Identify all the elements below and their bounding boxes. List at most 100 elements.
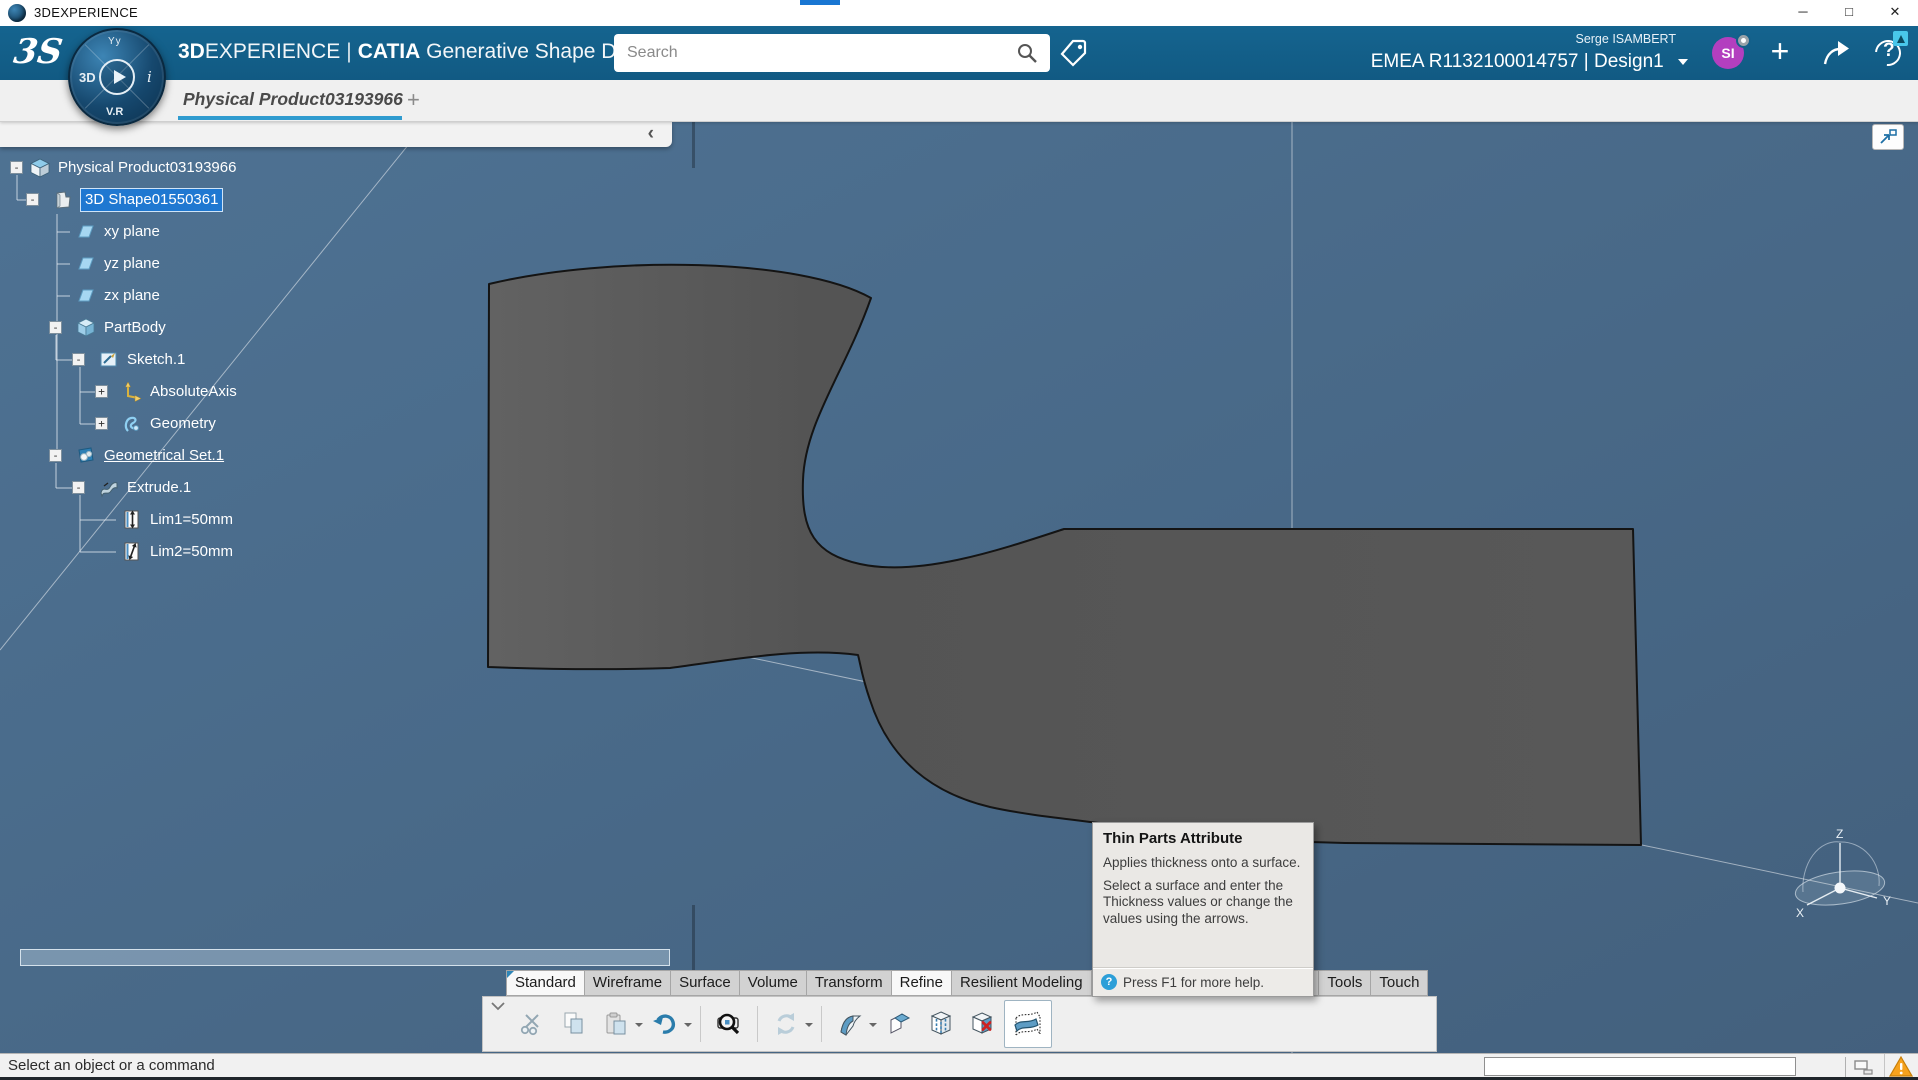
tenant-label: EMEA R1132100014757 <box>1370 51 1579 72</box>
restore-viewport-button[interactable] <box>1872 124 1904 150</box>
status-bar: Select an object or a command <box>0 1053 1918 1080</box>
tree-row-sketch[interactable]: - Sketch.1 <box>0 347 420 373</box>
update-icon <box>777 1013 795 1035</box>
expand-box[interactable]: + <box>95 417 108 430</box>
sweep-surface-button[interactable] <box>829 1001 871 1047</box>
plane-icon <box>78 257 94 270</box>
search-input[interactable] <box>614 34 1004 72</box>
undo-arrow-icon <box>653 1014 676 1034</box>
heal-surface-button[interactable] <box>920 1001 962 1047</box>
zoom-area-icon <box>717 1013 740 1035</box>
expand-box[interactable]: - <box>10 161 23 174</box>
warning-button[interactable] <box>1884 1054 1917 1078</box>
tree-row-geometrical-set[interactable]: - Geometrical Set.1 <box>0 443 420 469</box>
tree-row-extrude[interactable]: - Extrude.1 <box>0 475 420 501</box>
compass-vr-quadrant[interactable]: V.R <box>106 106 123 118</box>
experience-compass[interactable]: Yy 3D i V.R <box>68 28 166 126</box>
close-button[interactable]: ✕ <box>1872 0 1918 26</box>
tree-label[interactable]: Physical Product03193966 <box>58 155 236 180</box>
tab-surface[interactable]: Surface <box>671 970 740 996</box>
update-dropdown-caret[interactable] <box>805 1023 813 1031</box>
tree-label[interactable]: AbsoluteAxis <box>150 379 237 404</box>
tab-volume[interactable]: Volume <box>739 970 807 996</box>
document-tab[interactable]: Physical Product03193966 <box>183 89 403 110</box>
sweep-dropdown-caret[interactable] <box>869 1023 877 1031</box>
tree-row-physical-product[interactable]: - Physical Product03193966 <box>0 155 420 181</box>
tab-resilient-modeling[interactable]: Resilient Modeling <box>951 970 1092 996</box>
expand-box[interactable]: - <box>72 481 85 494</box>
add-content-button[interactable]: + <box>1764 35 1796 68</box>
undo-button[interactable] <box>644 1001 686 1047</box>
paste-button[interactable] <box>595 1001 637 1047</box>
zoom-area-button[interactable] <box>708 1001 750 1047</box>
compass-info-quadrant[interactable]: i <box>147 68 152 86</box>
tree-label[interactable]: Geometry <box>150 411 216 436</box>
standard-toolbar <box>482 996 1437 1052</box>
tab-tools[interactable]: Tools <box>1319 970 1372 996</box>
top-notch <box>800 0 840 5</box>
thin-parts-attribute-button[interactable] <box>1004 1000 1052 1048</box>
update-button[interactable] <box>765 1001 807 1047</box>
tree-label[interactable]: Geometrical Set.1 <box>104 443 224 468</box>
plane-icon <box>78 225 94 238</box>
new-tab-button[interactable]: + <box>407 87 420 113</box>
unfold-icon <box>890 1013 911 1034</box>
tree-label[interactable]: zx plane <box>104 283 160 308</box>
tree-row-lim1[interactable]: Lim1=50mm <box>0 507 420 533</box>
paste-dropdown-caret[interactable] <box>635 1023 643 1031</box>
compass-play-button[interactable] <box>99 59 135 95</box>
tree-label[interactable]: Lim2=50mm <box>150 539 233 564</box>
compass-social-quadrant[interactable]: Yy <box>108 36 122 47</box>
tab-standard[interactable]: Standard <box>506 970 585 996</box>
product-icon <box>30 158 50 178</box>
tree-label[interactable]: Sketch.1 <box>127 347 185 372</box>
tree-row-yz-plane[interactable]: yz plane <box>0 251 420 277</box>
tree-label-selected[interactable]: 3D Shape01550361 <box>81 189 223 211</box>
tenant-selector[interactable]: EMEA R1132100014757 | Design1 <box>1280 51 1688 73</box>
tab-touch[interactable]: Touch <box>1371 970 1429 996</box>
share-icon[interactable] <box>1822 39 1852 67</box>
tree-row-zx-plane[interactable]: zx plane <box>0 283 420 309</box>
collapse-panel-chevron[interactable]: ‹ <box>648 124 654 144</box>
window-list-button[interactable] <box>1852 1058 1876 1076</box>
tree-label[interactable]: Extrude.1 <box>127 475 191 500</box>
tree-label[interactable]: xy plane <box>104 219 160 244</box>
maximize-button[interactable]: □ <box>1826 0 1872 26</box>
expand-box[interactable]: - <box>72 353 85 366</box>
tab-wireframe[interactable]: Wireframe <box>584 970 672 996</box>
tree-row-absoluteaxis[interactable]: + AbsoluteAxis <box>0 379 420 405</box>
undo-dropdown-caret[interactable] <box>684 1023 692 1031</box>
unfold-button[interactable] <box>878 1001 920 1047</box>
tree-row-partbody[interactable]: - PartBody <box>0 315 420 341</box>
minimize-button[interactable]: ─ <box>1780 0 1826 26</box>
search-icon[interactable] <box>1016 42 1038 64</box>
active-tab-underline <box>178 116 402 120</box>
tree-row-xy-plane[interactable]: xy plane <box>0 219 420 245</box>
tree-label[interactable]: Lim1=50mm <box>150 507 233 532</box>
brand-experience: EXPERIENCE <box>204 40 341 63</box>
tree-row-3d-shape[interactable]: - 3D Shape01550361 <box>0 187 420 213</box>
tooltip-body: Select a surface and enter the Thickness… <box>1103 877 1293 927</box>
expand-box[interactable]: + <box>95 385 108 398</box>
collapse-toolbar-button[interactable] <box>487 998 509 1014</box>
cut-button[interactable] <box>511 1001 553 1047</box>
tree-row-geometry[interactable]: + Geometry <box>0 411 420 437</box>
tab-transform[interactable]: Transform <box>806 970 892 996</box>
copy-button[interactable] <box>553 1001 595 1047</box>
help-button[interactable]: ? <box>1869 31 1908 72</box>
compass-3d-quadrant[interactable]: 3D <box>79 70 96 85</box>
tree-label[interactable]: PartBody <box>104 315 166 340</box>
expand-box[interactable]: - <box>49 449 62 462</box>
tree-label[interactable]: yz plane <box>104 251 160 276</box>
expand-box[interactable]: - <box>49 321 62 334</box>
tab-refine[interactable]: Refine <box>891 970 952 996</box>
tag-icon[interactable] <box>1060 38 1090 70</box>
axis-x-label: X <box>1796 906 1804 920</box>
delete-face-button[interactable] <box>962 1001 1004 1047</box>
expand-box[interactable]: - <box>26 193 39 206</box>
tree-row-lim2[interactable]: Lim2=50mm <box>0 539 420 565</box>
command-input[interactable] <box>1484 1057 1796 1076</box>
tree-horizontal-scrollbar[interactable] <box>20 949 670 966</box>
chevron-down-icon <box>1678 59 1688 65</box>
panel-splitter[interactable] <box>692 122 695 168</box>
